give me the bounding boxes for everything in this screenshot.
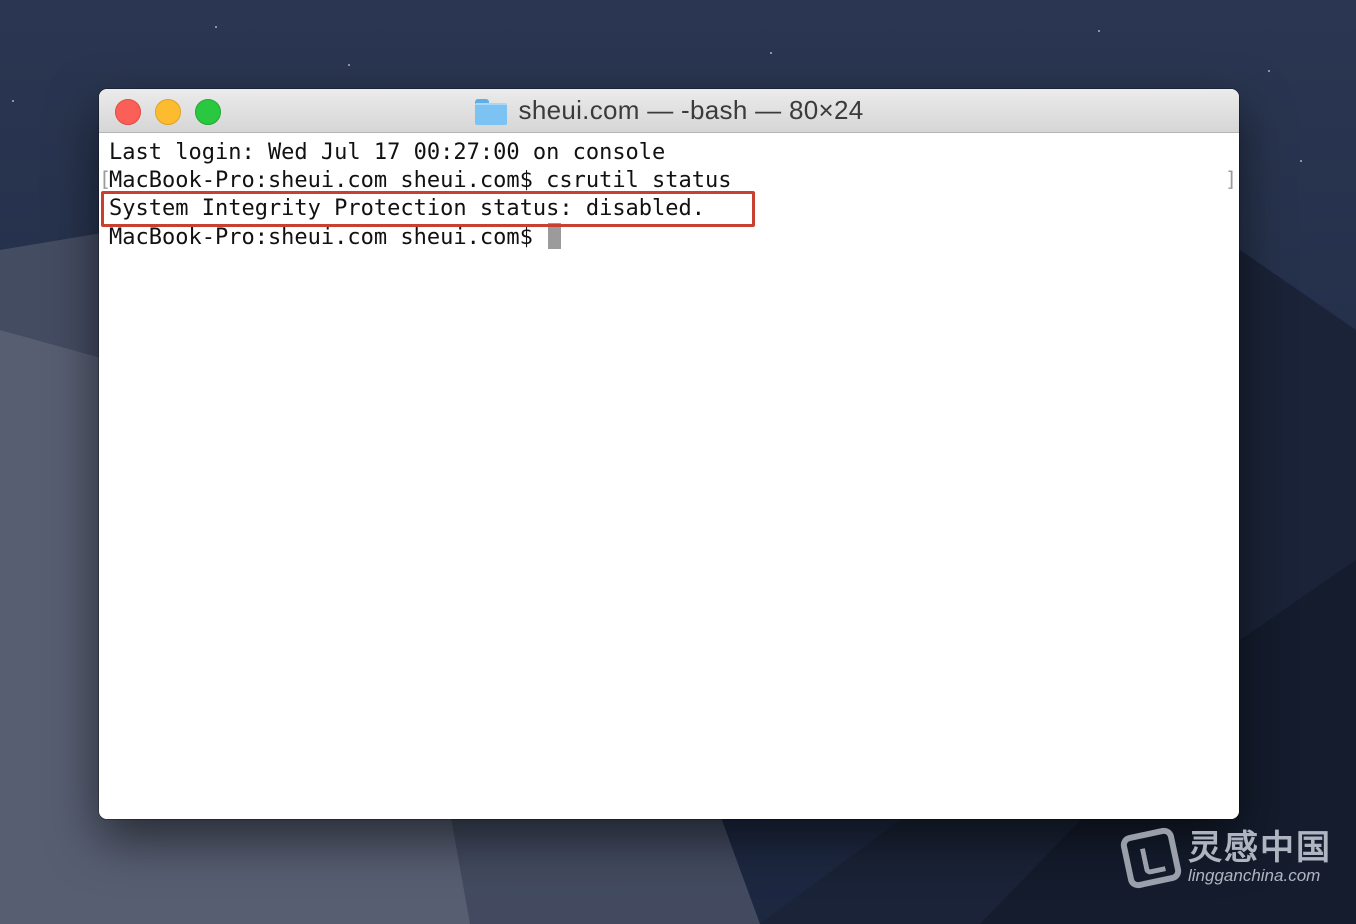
star [215, 26, 217, 28]
watermark-logo-icon [1118, 825, 1184, 891]
mark-bracket-left: [ [99, 167, 112, 191]
mark-bracket-right: ] [1224, 167, 1237, 191]
star [1300, 160, 1302, 162]
watermark: 灵感中国 lingganchina.com [1118, 825, 1332, 891]
star [12, 100, 14, 102]
terminal-line-login: Last login: Wed Jul 17 00:27:00 on conso… [109, 140, 666, 165]
window-title: sheui.com — -bash — 80×24 [518, 95, 864, 125]
folder-icon [474, 98, 507, 125]
star [348, 64, 350, 66]
highlight-annotation-box [101, 191, 755, 227]
star [1098, 30, 1100, 32]
watermark-en-text: lingganchina.com [1188, 866, 1321, 885]
prompt-text: MacBook-Pro:sheui.com sheui.com$ [109, 225, 547, 250]
window-title-group: sheui.com — -bash — 80×24 [99, 89, 1239, 132]
terminal-output[interactable]: Last login: Wed Jul 17 00:27:00 on conso… [99, 133, 1239, 819]
star [1268, 70, 1270, 72]
terminal-line-prompt[interactable]: MacBook-Pro:sheui.com sheui.com$ [109, 223, 1229, 251]
watermark-cn-text: 灵感中国 [1188, 829, 1332, 867]
window-titlebar[interactable]: sheui.com — -bash — 80×24 [99, 89, 1239, 133]
star [770, 52, 772, 54]
